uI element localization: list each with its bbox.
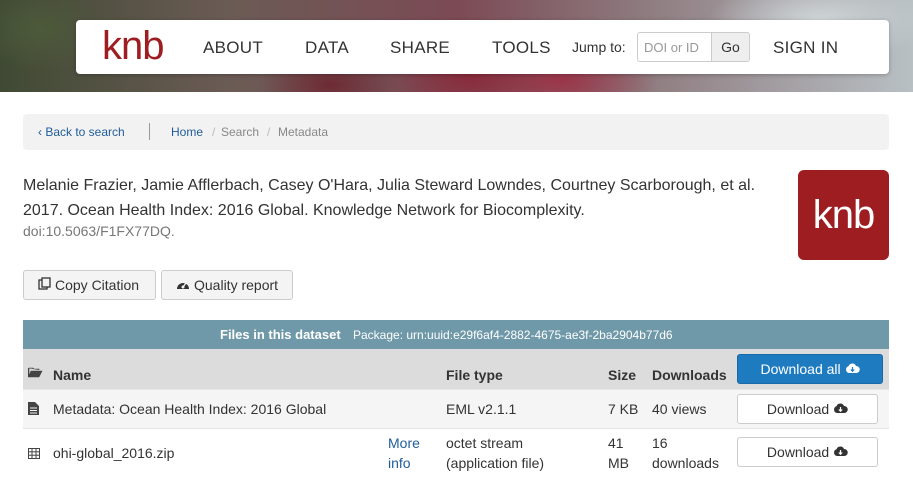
- download-all-label: Download all: [760, 361, 841, 377]
- download-label: Download: [766, 444, 830, 460]
- col-downloads[interactable]: Downloads: [652, 367, 727, 383]
- navbar: knb ABOUT DATA SHARE TOOLS Jump to: Go S…: [76, 20, 889, 74]
- file-type: EML v2.1.1: [446, 401, 517, 417]
- file-name[interactable]: ohi-global_2016.zip: [53, 443, 174, 463]
- breadcrumb: ‹ Back to search Home / Search / Metadat…: [23, 114, 889, 150]
- quality-report-label: Quality report: [194, 277, 279, 293]
- table-row: Metadata: Ocean Health Index: 2016 Globa…: [23, 389, 889, 428]
- file-type: octet stream: [446, 435, 524, 451]
- file-size-unit: MB: [608, 455, 629, 471]
- table-row: ohi-global_2016.zip More info octet stre…: [23, 428, 889, 478]
- breadcrumb-divider: [149, 123, 150, 140]
- knb-logo[interactable]: knb: [102, 24, 164, 68]
- sign-in-link[interactable]: SIGN IN: [773, 38, 838, 58]
- go-button[interactable]: Go: [711, 32, 750, 62]
- cloud-download-icon: [845, 361, 860, 377]
- file-downloads: 16: [652, 435, 668, 451]
- package-id: Package: urn:uuid:e29f6af4-2882-4675-ae3…: [353, 328, 673, 342]
- cloud-download-icon: [833, 401, 848, 417]
- quality-report-button[interactable]: Quality report: [161, 270, 293, 300]
- file-type-detail: (application file): [446, 455, 545, 471]
- nav-about[interactable]: ABOUT: [203, 38, 263, 58]
- files-header: Files in this dataset Package: urn:uuid:…: [23, 320, 889, 349]
- dashboard-icon: [176, 272, 190, 300]
- doi-period: .: [170, 223, 175, 239]
- nav-tools[interactable]: TOOLS: [492, 38, 551, 58]
- table-icon: [28, 446, 40, 464]
- cloud-download-icon: [833, 444, 848, 460]
- table-header: Name File type Size Downloads Download a…: [23, 349, 889, 389]
- nav-share[interactable]: SHARE: [390, 38, 450, 58]
- folder-open-icon: [27, 365, 43, 383]
- more-info-link[interactable]: More: [388, 433, 420, 453]
- file-text-icon: [28, 402, 39, 420]
- col-name[interactable]: Name: [53, 367, 91, 383]
- jump-to-label: Jump to:: [572, 39, 626, 55]
- citation-text: Melanie Frazier, Jamie Afflerbach, Casey…: [23, 177, 756, 219]
- file-size: 7 KB: [608, 401, 639, 417]
- download-button[interactable]: Download: [737, 437, 878, 467]
- file-downloads: 40 views: [652, 401, 707, 417]
- download-button[interactable]: Download: [737, 394, 878, 424]
- copy-icon: [38, 272, 51, 300]
- breadcrumb-home[interactable]: Home: [171, 125, 203, 139]
- files-title: Files in this dataset: [220, 327, 341, 342]
- jump-to-input[interactable]: [637, 32, 711, 62]
- repository-badge[interactable]: knb: [798, 170, 889, 260]
- breadcrumb-separator: /: [212, 125, 216, 139]
- col-size[interactable]: Size: [608, 367, 636, 383]
- breadcrumb-current: Metadata: [278, 125, 329, 139]
- breadcrumb-separator: /: [267, 125, 271, 139]
- file-size: 41: [608, 435, 624, 451]
- copy-citation-label: Copy Citation: [55, 277, 140, 293]
- back-to-search-link[interactable]: ‹ Back to search: [38, 125, 125, 139]
- file-downloads-label: downloads: [652, 455, 719, 471]
- col-file-type[interactable]: File type: [446, 367, 503, 383]
- more-info-link[interactable]: info: [388, 453, 411, 473]
- download-all-button[interactable]: Download all: [737, 354, 883, 384]
- doi-link[interactable]: doi:10.5063/F1FX77DQ: [23, 223, 171, 239]
- nav-data[interactable]: DATA: [305, 38, 349, 58]
- doi-line: doi:10.5063/F1FX77DQ.: [23, 223, 175, 239]
- breadcrumb-search[interactable]: Search: [221, 125, 259, 139]
- file-name[interactable]: Metadata: Ocean Health Index: 2016 Globa…: [53, 399, 326, 419]
- copy-citation-button[interactable]: Copy Citation: [23, 270, 156, 300]
- download-label: Download: [766, 401, 830, 417]
